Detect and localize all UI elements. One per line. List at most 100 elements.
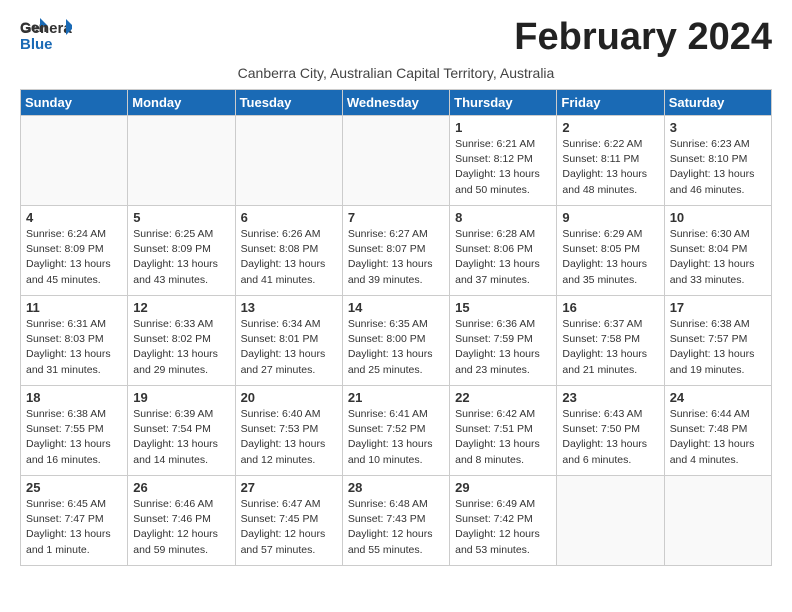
calendar-cell: 14 Sunrise: 6:35 AMSunset: 8:00 PMDayligh… <box>342 296 449 386</box>
day-info: Sunrise: 6:37 AMSunset: 7:58 PMDaylight:… <box>562 317 658 378</box>
day-number: 8 <box>455 210 551 225</box>
day-number: 16 <box>562 300 658 315</box>
calendar-cell: 16 Sunrise: 6:37 AMSunset: 7:58 PMDayligh… <box>557 296 664 386</box>
day-number: 18 <box>26 390 122 405</box>
day-number: 3 <box>670 120 766 135</box>
day-number: 9 <box>562 210 658 225</box>
day-info: Sunrise: 6:25 AMSunset: 8:09 PMDaylight:… <box>133 227 229 288</box>
calendar-cell: 5 Sunrise: 6:25 AMSunset: 8:09 PMDaylight… <box>128 206 235 296</box>
calendar-cell: 19 Sunrise: 6:39 AMSunset: 7:54 PMDayligh… <box>128 386 235 476</box>
day-number: 11 <box>26 300 122 315</box>
day-info: Sunrise: 6:49 AMSunset: 7:42 PMDaylight:… <box>455 497 551 558</box>
logo-svg: General Blue <box>20 15 72 57</box>
day-info: Sunrise: 6:27 AMSunset: 8:07 PMDaylight:… <box>348 227 444 288</box>
calendar-cell: 25 Sunrise: 6:45 AMSunset: 7:47 PMDayligh… <box>21 476 128 566</box>
day-number: 4 <box>26 210 122 225</box>
day-info: Sunrise: 6:21 AMSunset: 8:12 PMDaylight:… <box>455 137 551 198</box>
day-info: Sunrise: 6:24 AMSunset: 8:09 PMDaylight:… <box>26 227 122 288</box>
weekday-header-row: SundayMondayTuesdayWednesdayThursdayFrid… <box>21 90 772 116</box>
day-info: Sunrise: 6:43 AMSunset: 7:50 PMDaylight:… <box>562 407 658 468</box>
calendar-cell: 12 Sunrise: 6:33 AMSunset: 8:02 PMDayligh… <box>128 296 235 386</box>
day-number: 7 <box>348 210 444 225</box>
day-info: Sunrise: 6:38 AMSunset: 7:55 PMDaylight:… <box>26 407 122 468</box>
day-info: Sunrise: 6:40 AMSunset: 7:53 PMDaylight:… <box>241 407 337 468</box>
calendar-cell: 21 Sunrise: 6:41 AMSunset: 7:52 PMDayligh… <box>342 386 449 476</box>
calendar-cell: 9 Sunrise: 6:29 AMSunset: 8:05 PMDaylight… <box>557 206 664 296</box>
day-number: 26 <box>133 480 229 495</box>
calendar-cell: 3 Sunrise: 6:23 AMSunset: 8:10 PMDaylight… <box>664 116 771 206</box>
calendar-table: SundayMondayTuesdayWednesdayThursdayFrid… <box>20 89 772 566</box>
calendar-cell <box>128 116 235 206</box>
day-info: Sunrise: 6:36 AMSunset: 7:59 PMDaylight:… <box>455 317 551 378</box>
day-info: Sunrise: 6:45 AMSunset: 7:47 PMDaylight:… <box>26 497 122 558</box>
day-number: 28 <box>348 480 444 495</box>
calendar-cell: 23 Sunrise: 6:43 AMSunset: 7:50 PMDayligh… <box>557 386 664 476</box>
week-row-3: 11Sunrise: 6:31 AMSunset: 8:03 PMDayligh… <box>21 296 772 386</box>
day-info: Sunrise: 6:22 AMSunset: 8:11 PMDaylight:… <box>562 137 658 198</box>
day-number: 5 <box>133 210 229 225</box>
day-info: Sunrise: 6:44 AMSunset: 7:48 PMDaylight:… <box>670 407 766 468</box>
day-info: Sunrise: 6:48 AMSunset: 7:43 PMDaylight:… <box>348 497 444 558</box>
day-info: Sunrise: 6:42 AMSunset: 7:51 PMDaylight:… <box>455 407 551 468</box>
day-number: 19 <box>133 390 229 405</box>
day-info: Sunrise: 6:33 AMSunset: 8:02 PMDaylight:… <box>133 317 229 378</box>
day-info: Sunrise: 6:47 AMSunset: 7:45 PMDaylight:… <box>241 497 337 558</box>
day-number: 23 <box>562 390 658 405</box>
calendar-cell <box>664 476 771 566</box>
calendar-cell: 10Sunrise: 6:30 AMSunset: 8:04 PMDayligh… <box>664 206 771 296</box>
day-number: 15 <box>455 300 551 315</box>
calendar-cell: 15 Sunrise: 6:36 AMSunset: 7:59 PMDayligh… <box>450 296 557 386</box>
calendar-cell: 20 Sunrise: 6:40 AMSunset: 7:53 PMDayligh… <box>235 386 342 476</box>
day-info: Sunrise: 6:29 AMSunset: 8:05 PMDaylight:… <box>562 227 658 288</box>
calendar-cell: 7 Sunrise: 6:27 AMSunset: 8:07 PMDaylight… <box>342 206 449 296</box>
day-number: 12 <box>133 300 229 315</box>
day-info: Sunrise: 6:41 AMSunset: 7:52 PMDaylight:… <box>348 407 444 468</box>
calendar-cell: 11Sunrise: 6:31 AMSunset: 8:03 PMDayligh… <box>21 296 128 386</box>
weekday-header-friday: Friday <box>557 90 664 116</box>
day-info: Sunrise: 6:28 AMSunset: 8:06 PMDaylight:… <box>455 227 551 288</box>
calendar-cell <box>342 116 449 206</box>
calendar-cell <box>21 116 128 206</box>
week-row-4: 18 Sunrise: 6:38 AMSunset: 7:55 PMDayligh… <box>21 386 772 476</box>
day-info: Sunrise: 6:39 AMSunset: 7:54 PMDaylight:… <box>133 407 229 468</box>
calendar-cell: 4 Sunrise: 6:24 AMSunset: 8:09 PMDaylight… <box>21 206 128 296</box>
day-number: 17 <box>670 300 766 315</box>
day-number: 21 <box>348 390 444 405</box>
month-title: February 2024 <box>514 16 772 59</box>
location-subtitle: Canberra City, Australian Capital Territ… <box>20 65 772 81</box>
day-number: 2 <box>562 120 658 135</box>
weekday-header-tuesday: Tuesday <box>235 90 342 116</box>
week-row-1: 1 Sunrise: 6:21 AMSunset: 8:12 PMDaylight… <box>21 116 772 206</box>
calendar-cell <box>557 476 664 566</box>
day-number: 14 <box>348 300 444 315</box>
calendar-cell: 26Sunrise: 6:46 AMSunset: 7:46 PMDayligh… <box>128 476 235 566</box>
weekday-header-saturday: Saturday <box>664 90 771 116</box>
day-number: 22 <box>455 390 551 405</box>
weekday-header-sunday: Sunday <box>21 90 128 116</box>
svg-text:General: General <box>20 20 72 37</box>
weekday-header-wednesday: Wednesday <box>342 90 449 116</box>
day-number: 20 <box>241 390 337 405</box>
day-number: 24 <box>670 390 766 405</box>
calendar-cell: 6 Sunrise: 6:26 AMSunset: 8:08 PMDaylight… <box>235 206 342 296</box>
day-number: 25 <box>26 480 122 495</box>
svg-text:Blue: Blue <box>20 36 53 53</box>
calendar-cell <box>235 116 342 206</box>
calendar-cell: 22 Sunrise: 6:42 AMSunset: 7:51 PMDayligh… <box>450 386 557 476</box>
calendar-cell: 27 Sunrise: 6:47 AMSunset: 7:45 PMDayligh… <box>235 476 342 566</box>
day-info: Sunrise: 6:26 AMSunset: 8:08 PMDaylight:… <box>241 227 337 288</box>
day-info: Sunrise: 6:34 AMSunset: 8:01 PMDaylight:… <box>241 317 337 378</box>
day-number: 29 <box>455 480 551 495</box>
calendar-cell: 13Sunrise: 6:34 AMSunset: 8:01 PMDayligh… <box>235 296 342 386</box>
calendar-cell: 18 Sunrise: 6:38 AMSunset: 7:55 PMDayligh… <box>21 386 128 476</box>
day-info: Sunrise: 6:23 AMSunset: 8:10 PMDaylight:… <box>670 137 766 198</box>
day-number: 1 <box>455 120 551 135</box>
weekday-header-monday: Monday <box>128 90 235 116</box>
day-number: 6 <box>241 210 337 225</box>
day-info: Sunrise: 6:35 AMSunset: 8:00 PMDaylight:… <box>348 317 444 378</box>
calendar-cell: 28 Sunrise: 6:48 AMSunset: 7:43 PMDayligh… <box>342 476 449 566</box>
day-info: Sunrise: 6:38 AMSunset: 7:57 PMDaylight:… <box>670 317 766 378</box>
day-number: 27 <box>241 480 337 495</box>
calendar-cell: 2 Sunrise: 6:22 AMSunset: 8:11 PMDaylight… <box>557 116 664 206</box>
weekday-header-thursday: Thursday <box>450 90 557 116</box>
